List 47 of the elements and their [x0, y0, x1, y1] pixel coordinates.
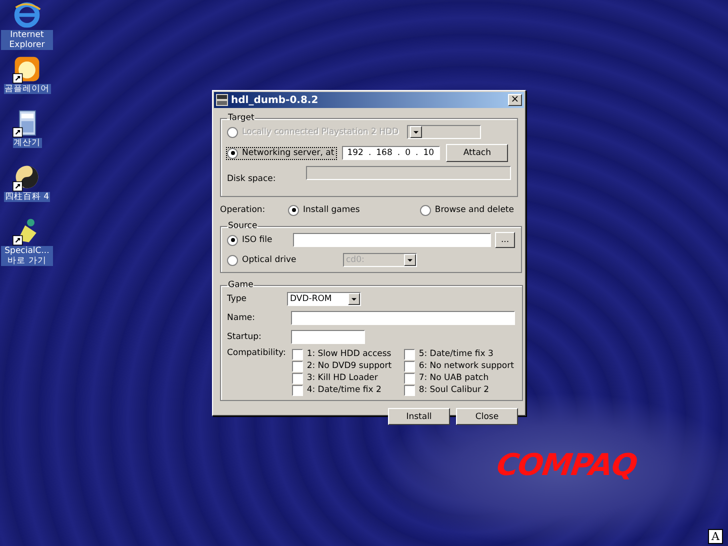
caret-icon — [410, 126, 422, 138]
operation-label: Operation: — [220, 205, 266, 215]
checkbox-option[interactable]: 2: No DVD9 support — [292, 360, 404, 372]
attach-button[interactable]: Attach — [446, 144, 508, 162]
type-label: Type — [227, 294, 248, 304]
group-legend: Target — [227, 113, 256, 123]
checkbox-option[interactable]: 3: Kill HD Loader — [292, 372, 404, 384]
name-field[interactable] — [291, 311, 515, 325]
radio-option[interactable]: ISO file — [227, 234, 283, 246]
desktop-icon-label[interactable]: Internet Explorer — [1, 30, 53, 50]
radio-option[interactable]: Install games — [288, 204, 360, 216]
desktop-icon-label[interactable]: 계산기 — [12, 138, 42, 148]
checkbox-option[interactable]: 8: Soul Calibur 2 — [404, 384, 516, 396]
checkbox-option[interactable]: 7: No UAB patch — [404, 372, 516, 384]
iso-file-field[interactable] — [293, 233, 491, 247]
caret-icon — [348, 293, 360, 305]
checkbox-option[interactable]: 1: Slow HDD access — [292, 348, 404, 360]
desktop-icon-label[interactable]: 四柱百科 4 — [4, 192, 50, 202]
startup-field[interactable] — [291, 330, 365, 344]
browse-button[interactable]: ... — [495, 232, 515, 248]
app-icon — [216, 94, 228, 106]
desktop-icon-label[interactable]: 곰플레이어 — [4, 84, 50, 94]
dialog-button[interactable]: Install — [388, 408, 450, 425]
disk-space-label: Disk space: — [227, 174, 276, 184]
radio-option[interactable]: Networking server, at — [227, 148, 336, 158]
dropdown[interactable] — [407, 125, 481, 139]
type-dropdown[interactable]: DVD-ROM — [287, 292, 361, 306]
desktop-icon[interactable] — [12, 54, 42, 84]
close-button[interactable]: × — [508, 94, 522, 106]
ime-indicator[interactable]: A — [708, 529, 723, 544]
checkbox-option[interactable]: 5: Date/time fix 3 — [404, 348, 516, 360]
dialog-button[interactable]: Close — [456, 408, 518, 425]
logo-wordmark: COMPAQ — [494, 448, 639, 483]
ip-address-field[interactable]: 192 . 168 . 0 . 10 — [342, 146, 440, 160]
desktop-icon[interactable] — [12, 0, 42, 30]
window-title: hdl_dumb-0.8.2 — [231, 94, 320, 106]
startup-label: Startup: — [227, 332, 262, 342]
group-legend: Source — [227, 221, 258, 231]
checkbox-option[interactable]: 6: No network support — [404, 360, 516, 372]
radio-option[interactable]: Browse and delete — [420, 204, 514, 216]
group-legend: Game — [227, 280, 254, 290]
caret-icon — [404, 254, 416, 266]
radio-option[interactable]: Optical drive — [227, 254, 313, 266]
name-label: Name: — [227, 313, 256, 323]
checkbox-option[interactable]: 4: Date/time fix 2 — [292, 384, 404, 396]
desktop-icon-label[interactable]: SpecialC... 바로 가기 — [1, 246, 53, 266]
compatibility-label: Compatibility: — [227, 348, 286, 358]
